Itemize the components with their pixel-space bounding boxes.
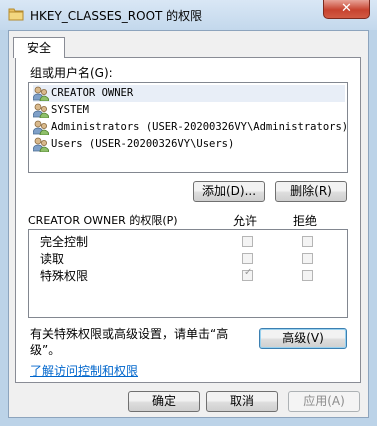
user-group-icon — [33, 86, 49, 101]
list-item-label: Users (USER-20200326VY\Users) — [51, 138, 235, 150]
allow-checkbox[interactable] — [242, 267, 253, 281]
window-title: HKEY_CLASSES_ROOT 的权限 — [30, 9, 203, 23]
allow-column-header: 允许 — [233, 214, 258, 228]
deny-checkbox[interactable] — [302, 253, 313, 264]
user-group-icon — [33, 120, 49, 135]
list-item[interactable]: CREATOR OWNER — [33, 85, 345, 102]
list-item-label: SYSTEM — [51, 104, 89, 116]
title-bar[interactable]: HKEY_CLASSES_ROOT 的权限 ✕ — [0, 0, 377, 30]
add-button[interactable]: 添加(D)... — [193, 181, 265, 202]
allow-checkbox[interactable] — [242, 236, 253, 247]
user-group-icon — [33, 103, 49, 118]
remove-button[interactable]: 删除(R) — [275, 181, 347, 202]
tab-security[interactable]: 安全 — [13, 37, 65, 58]
permission-name: 特殊权限 — [40, 269, 89, 283]
apply-button[interactable]: 应用(A) — [288, 391, 360, 412]
advanced-hint: 有关特殊权限或高级设置，请单击“高级”。 — [30, 327, 229, 357]
permission-row: 特殊权限 — [29, 267, 347, 284]
list-item[interactable]: Administrators (USER-20200326VY\Administ… — [33, 119, 349, 136]
cancel-button[interactable]: 取消 — [206, 391, 278, 412]
list-item-label: Administrators (USER-20200326VY\Administ… — [51, 121, 349, 133]
learn-access-control-link[interactable]: 了解访问控制和权限 — [30, 362, 138, 379]
permission-row: 完全控制 — [29, 234, 347, 250]
permissions-label: CREATOR OWNER 的权限(P) — [28, 214, 178, 227]
permission-name: 读取 — [40, 252, 65, 266]
user-group-icon — [33, 137, 49, 152]
permission-row: 读取 — [29, 251, 347, 267]
permissions-list: 完全控制 读取 特殊权限 — [28, 229, 348, 318]
ok-button[interactable]: 确定 — [128, 391, 200, 412]
folder-icon — [8, 8, 24, 21]
groups-label: 组或用户名(G): — [30, 66, 113, 80]
group-user-list[interactable]: CREATOR OWNER SYSTEM Administrators (USE… — [28, 82, 348, 173]
deny-column-header: 拒绝 — [293, 214, 318, 228]
list-item[interactable]: SYSTEM — [33, 102, 345, 119]
permission-name: 完全控制 — [40, 235, 89, 249]
deny-checkbox[interactable] — [302, 270, 313, 281]
deny-checkbox[interactable] — [302, 236, 313, 247]
close-button[interactable]: ✕ — [323, 0, 370, 19]
list-item-label: CREATOR OWNER — [51, 87, 134, 99]
advanced-button[interactable]: 高级(V) — [259, 328, 347, 349]
allow-checkbox[interactable] — [242, 253, 253, 264]
list-item[interactable]: Users (USER-20200326VY\Users) — [33, 136, 345, 153]
